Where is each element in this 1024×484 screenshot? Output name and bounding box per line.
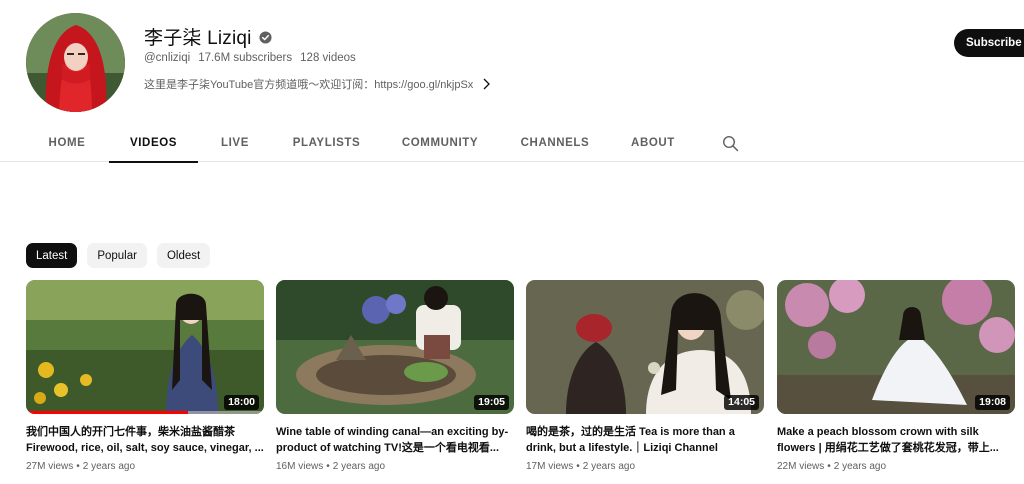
watch-progress-fill [26,411,188,414]
meta-separator: • [326,461,330,472]
tab-videos[interactable]: VIDEOS [109,124,198,163]
video-card[interactable]: 14:05 喝的是茶，过的是生活 Tea is more than a drin… [526,280,764,472]
channel-description-text: 这里是李子柒YouTube官方频道哦～欢迎订阅：https://goo.gl/n… [144,79,474,91]
thumbnail-image [777,280,1015,414]
subscriber-count: 17.6M subscribers [198,52,293,64]
tab-home[interactable]: HOME [38,124,96,162]
tab-live[interactable]: LIVE [212,124,258,162]
avatar-image [26,13,125,112]
video-views: 16M views [276,461,324,472]
search-icon[interactable] [722,135,739,152]
video-age: 2 years ago [82,461,136,472]
video-card[interactable]: 19:05 Wine table of winding canal—an exc… [276,280,514,472]
video-meta: 22M views • 2 years ago [777,461,1015,472]
video-views: 27M views [26,461,74,472]
video-thumbnail[interactable]: 18:00 [26,280,264,414]
channel-tabs: HOME VIDEOS LIVE PLAYLISTS COMMUNITY CHA… [0,124,1024,163]
video-meta: 27M views • 2 years ago [26,461,264,472]
channel-title-row: 李子柒 Liziqi [144,22,272,50]
meta-separator: • [827,461,831,472]
channel-handle: @cnliziqi [144,52,191,64]
chip-latest[interactable]: Latest [26,243,78,268]
video-age: 2 years ago [332,461,386,472]
video-card[interactable]: 19:08 Make a peach blossom crown with si… [777,280,1015,472]
subscribe-button[interactable]: Subscribe [954,29,1024,57]
video-meta: 16M views • 2 years ago [276,461,514,472]
tab-channels[interactable]: CHANNELS [512,124,598,162]
chevron-right-icon [483,78,491,90]
video-thumbnail[interactable]: 19:08 [777,280,1015,414]
verified-badge-icon [259,30,272,44]
video-count: 128 videos [300,52,356,64]
video-title[interactable]: 喝的是茶，过的是生活 Tea is more than a drink, but… [526,424,764,456]
tab-about[interactable]: ABOUT [622,124,684,162]
video-age: 2 years ago [833,461,887,472]
thumbnail-image [26,280,264,414]
tab-community[interactable]: COMMUNITY [394,124,486,162]
meta-separator: • [76,461,80,472]
channel-description[interactable]: 这里是李子柒YouTube官方频道哦～欢迎订阅：https://goo.gl/n… [144,76,491,92]
video-duration: 19:08 [975,395,1010,410]
video-thumbnail[interactable]: 14:05 [526,280,764,414]
channel-name: 李子柒 Liziqi [144,27,252,49]
video-duration: 14:05 [724,395,759,410]
video-age: 2 years ago [582,461,636,472]
video-card[interactable]: 18:00 我们中国人的开门七件事，柴米油盐酱醋茶 Firewood, rice… [26,280,264,472]
chip-oldest[interactable]: Oldest [156,243,211,268]
chip-popular[interactable]: Popular [87,243,147,268]
video-views: 22M views [777,461,825,472]
watch-progress-bar [26,411,264,414]
video-title[interactable]: Make a peach blossom crown with silk flo… [777,424,1015,456]
sort-chips: Latest Popular Oldest [26,243,211,268]
channel-meta: @cnliziqi 17.6M subscribers 128 videos [144,52,356,64]
video-duration: 19:05 [474,395,509,410]
video-title[interactable]: Wine table of winding canal—an exciting … [276,424,514,456]
video-views: 17M views [526,461,574,472]
video-title[interactable]: 我们中国人的开门七件事，柴米油盐酱醋茶 Firewood, rice, oil,… [26,424,264,456]
channel-header: 李子柒 Liziqi @cnliziqi 17.6M subscribers 1… [0,0,1024,124]
thumbnail-image [526,280,764,414]
thumbnail-image [276,280,514,414]
video-meta: 17M views • 2 years ago [526,461,764,472]
tab-playlists[interactable]: PLAYLISTS [283,124,370,162]
video-duration: 18:00 [224,395,259,410]
video-thumbnail[interactable]: 19:05 [276,280,514,414]
channel-avatar[interactable] [26,13,125,112]
meta-separator: • [576,461,580,472]
